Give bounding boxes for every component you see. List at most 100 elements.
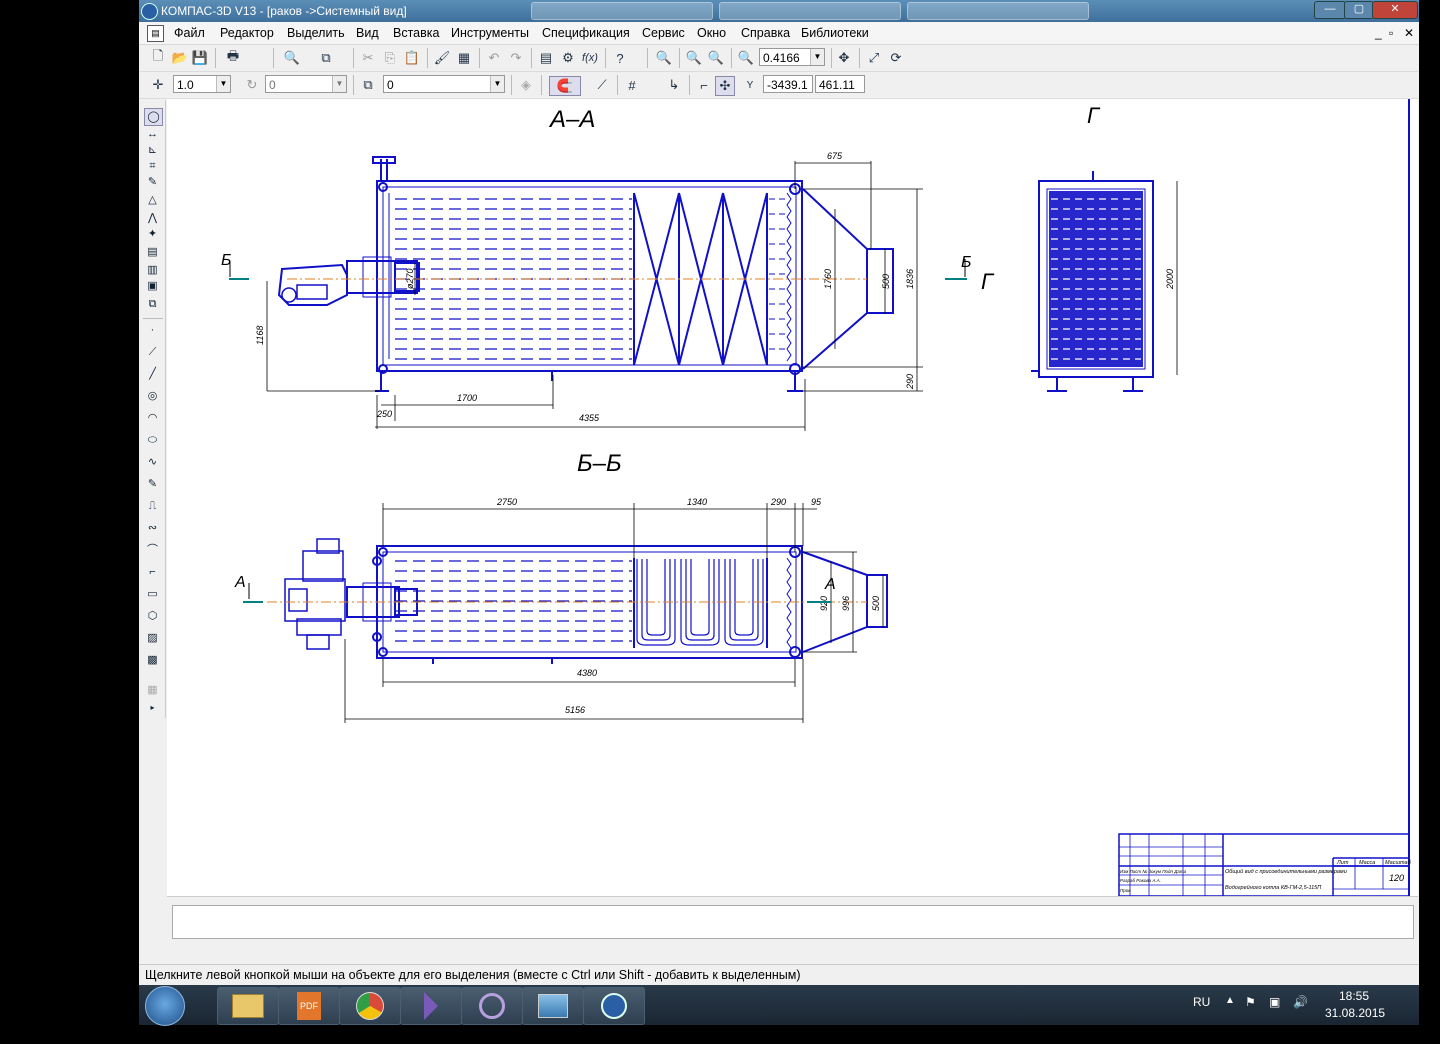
rectangle-icon[interactable]: ▭: [144, 586, 161, 602]
start-button[interactable]: [145, 986, 185, 1026]
cut-icon[interactable]: ✂: [359, 49, 377, 67]
select-panel-icon[interactable]: ⋀: [144, 210, 161, 226]
menu-service[interactable]: Сервис: [642, 26, 685, 40]
clock-date[interactable]: 31.08.2015: [1325, 1006, 1385, 1020]
geometry-panel-icon[interactable]: ◯: [144, 108, 163, 126]
menu-window[interactable]: Окно: [697, 26, 726, 40]
zoom-out-icon[interactable]: 🔍: [707, 49, 725, 67]
fillet-icon[interactable]: ⌒: [144, 542, 161, 558]
language-indicator[interactable]: RU: [1193, 995, 1210, 1009]
open-folder-icon[interactable]: 📂: [171, 49, 189, 67]
auxiliary-line-icon[interactable]: ⟋: [144, 344, 161, 360]
clock-time[interactable]: 18:55: [1339, 989, 1369, 1003]
bezier-icon[interactable]: ∾: [144, 520, 161, 536]
macro-panel-icon[interactable]: ⧉: [144, 296, 161, 312]
manager-icon[interactable]: ⧉: [317, 49, 335, 67]
fill-icon[interactable]: ▩: [144, 652, 161, 668]
associative-panel-icon[interactable]: ✦: [144, 226, 161, 242]
ellipse-icon[interactable]: ⬭: [144, 432, 161, 448]
document-icon[interactable]: ▤: [147, 25, 164, 42]
menu-file[interactable]: Файл: [174, 26, 205, 40]
angle-combo[interactable]: 0 ▼: [265, 75, 347, 93]
library-manager-icon[interactable]: ▤: [537, 49, 555, 67]
local-cs-icon[interactable]: ↳: [665, 76, 683, 94]
cursor-coords-icon[interactable]: ✣: [715, 76, 735, 96]
menu-tools[interactable]: Инструменты: [451, 26, 529, 40]
background-tab[interactable]: [531, 2, 713, 20]
coord-x-field[interactable]: -3439.1: [763, 75, 813, 93]
step-combo[interactable]: 1.0 ▼: [173, 75, 231, 93]
close-button[interactable]: ✕: [1372, 1, 1418, 19]
menu-libraries[interactable]: Библиотеки: [801, 26, 869, 40]
background-tab[interactable]: [907, 2, 1089, 20]
dimensions-panel-icon[interactable]: ↔: [144, 126, 161, 142]
zoom-combo[interactable]: 0.4166 ▼: [759, 48, 825, 66]
menu-specification[interactable]: Спецификация: [542, 26, 630, 40]
zoom-all-icon[interactable]: ⤢: [865, 49, 883, 67]
pdf-icon[interactable]: PDF: [278, 987, 340, 1025]
edit-panel-icon[interactable]: ⌗: [144, 158, 161, 174]
help-pointer-icon[interactable]: ?: [611, 49, 629, 67]
drawing-canvas[interactable]: А–А 675 1760 500 1836 290 ø270 1168 1700…: [167, 99, 1418, 896]
symbols-panel-icon[interactable]: ⊾: [144, 142, 161, 158]
coord-y-field[interactable]: 461.11: [815, 75, 865, 93]
chamfer-icon[interactable]: ⌐: [144, 564, 161, 580]
arc-icon[interactable]: ◠: [144, 410, 161, 426]
new-document-icon[interactable]: 🗋: [149, 48, 167, 67]
orthogonal-icon[interactable]: ⟋: [593, 76, 611, 94]
collect-contour-icon[interactable]: ▦: [144, 682, 161, 698]
zoom-window-icon[interactable]: 🔍: [655, 49, 673, 67]
pan-icon[interactable]: ✥: [835, 49, 853, 67]
undo-icon[interactable]: ↶: [485, 49, 503, 67]
point-icon[interactable]: ·: [144, 322, 161, 338]
zoom-in-icon[interactable]: 🔍: [685, 49, 703, 67]
doc-minimize-button[interactable]: _: [1375, 26, 1382, 40]
network-icon[interactable]: ▣: [1269, 995, 1280, 1009]
explorer-icon[interactable]: [217, 987, 279, 1025]
menu-help[interactable]: Справка: [741, 26, 790, 40]
measure-panel-icon[interactable]: △: [144, 192, 161, 208]
snap-magnet-icon[interactable]: 🧲: [549, 76, 581, 96]
angle-icon[interactable]: ↻: [243, 76, 261, 94]
grid-icon[interactable]: #: [623, 76, 641, 94]
chevron-down-icon[interactable]: ▼: [490, 76, 504, 92]
maximize-button[interactable]: ▢: [1344, 1, 1374, 19]
insert-panel-icon[interactable]: ▣: [144, 278, 161, 294]
minimize-button[interactable]: —: [1314, 1, 1346, 19]
chrome-icon[interactable]: [339, 987, 401, 1025]
layer-icon[interactable]: ⧉: [359, 76, 377, 94]
variables-icon[interactable]: ⚙: [559, 49, 577, 67]
refresh-icon[interactable]: ⟳: [887, 49, 905, 67]
tray-expand-icon[interactable]: ▲: [1225, 995, 1235, 1006]
spec-panel-icon[interactable]: ▤: [144, 244, 161, 260]
polygon-icon[interactable]: ⬡: [144, 608, 161, 624]
doc-restore-button[interactable]: ▫: [1389, 26, 1393, 40]
report-panel-icon[interactable]: ▥: [144, 262, 161, 278]
vs-icon[interactable]: [400, 987, 462, 1025]
volume-icon[interactable]: 🔊: [1293, 995, 1308, 1009]
hatch-icon[interactable]: ✎: [144, 476, 161, 492]
hatching-icon[interactable]: ▨: [144, 630, 161, 646]
copy-icon[interactable]: ⎘: [381, 49, 399, 67]
parametrize-panel-icon[interactable]: ✎: [144, 174, 161, 190]
expand-arrow-icon[interactable]: ▸: [144, 700, 161, 716]
flag-icon[interactable]: ⚑: [1245, 995, 1256, 1009]
photo-icon[interactable]: [522, 987, 584, 1025]
segment-icon[interactable]: ╱: [144, 366, 161, 382]
chevron-down-icon[interactable]: ▼: [332, 76, 346, 92]
menu-insert[interactable]: Вставка: [393, 26, 439, 40]
background-tab[interactable]: [719, 2, 901, 20]
zoom-scale-icon[interactable]: 🔍: [737, 49, 755, 67]
paste-icon[interactable]: 📋: [403, 49, 421, 67]
doc-close-button[interactable]: ✕: [1404, 26, 1414, 40]
save-icon[interactable]: 💾: [191, 49, 209, 67]
fx-icon[interactable]: f(x): [581, 49, 599, 67]
display-icon[interactable]: ◈: [517, 76, 535, 94]
print-icon[interactable]: 🖶: [224, 48, 242, 67]
polyline-icon[interactable]: ⎍: [144, 498, 161, 514]
step-cursor-icon[interactable]: ✛: [149, 76, 167, 94]
chevron-down-icon[interactable]: ▼: [216, 76, 230, 92]
menu-select[interactable]: Выделить: [287, 26, 345, 40]
property-panel[interactable]: [172, 905, 1414, 939]
menu-view[interactable]: Вид: [356, 26, 379, 40]
